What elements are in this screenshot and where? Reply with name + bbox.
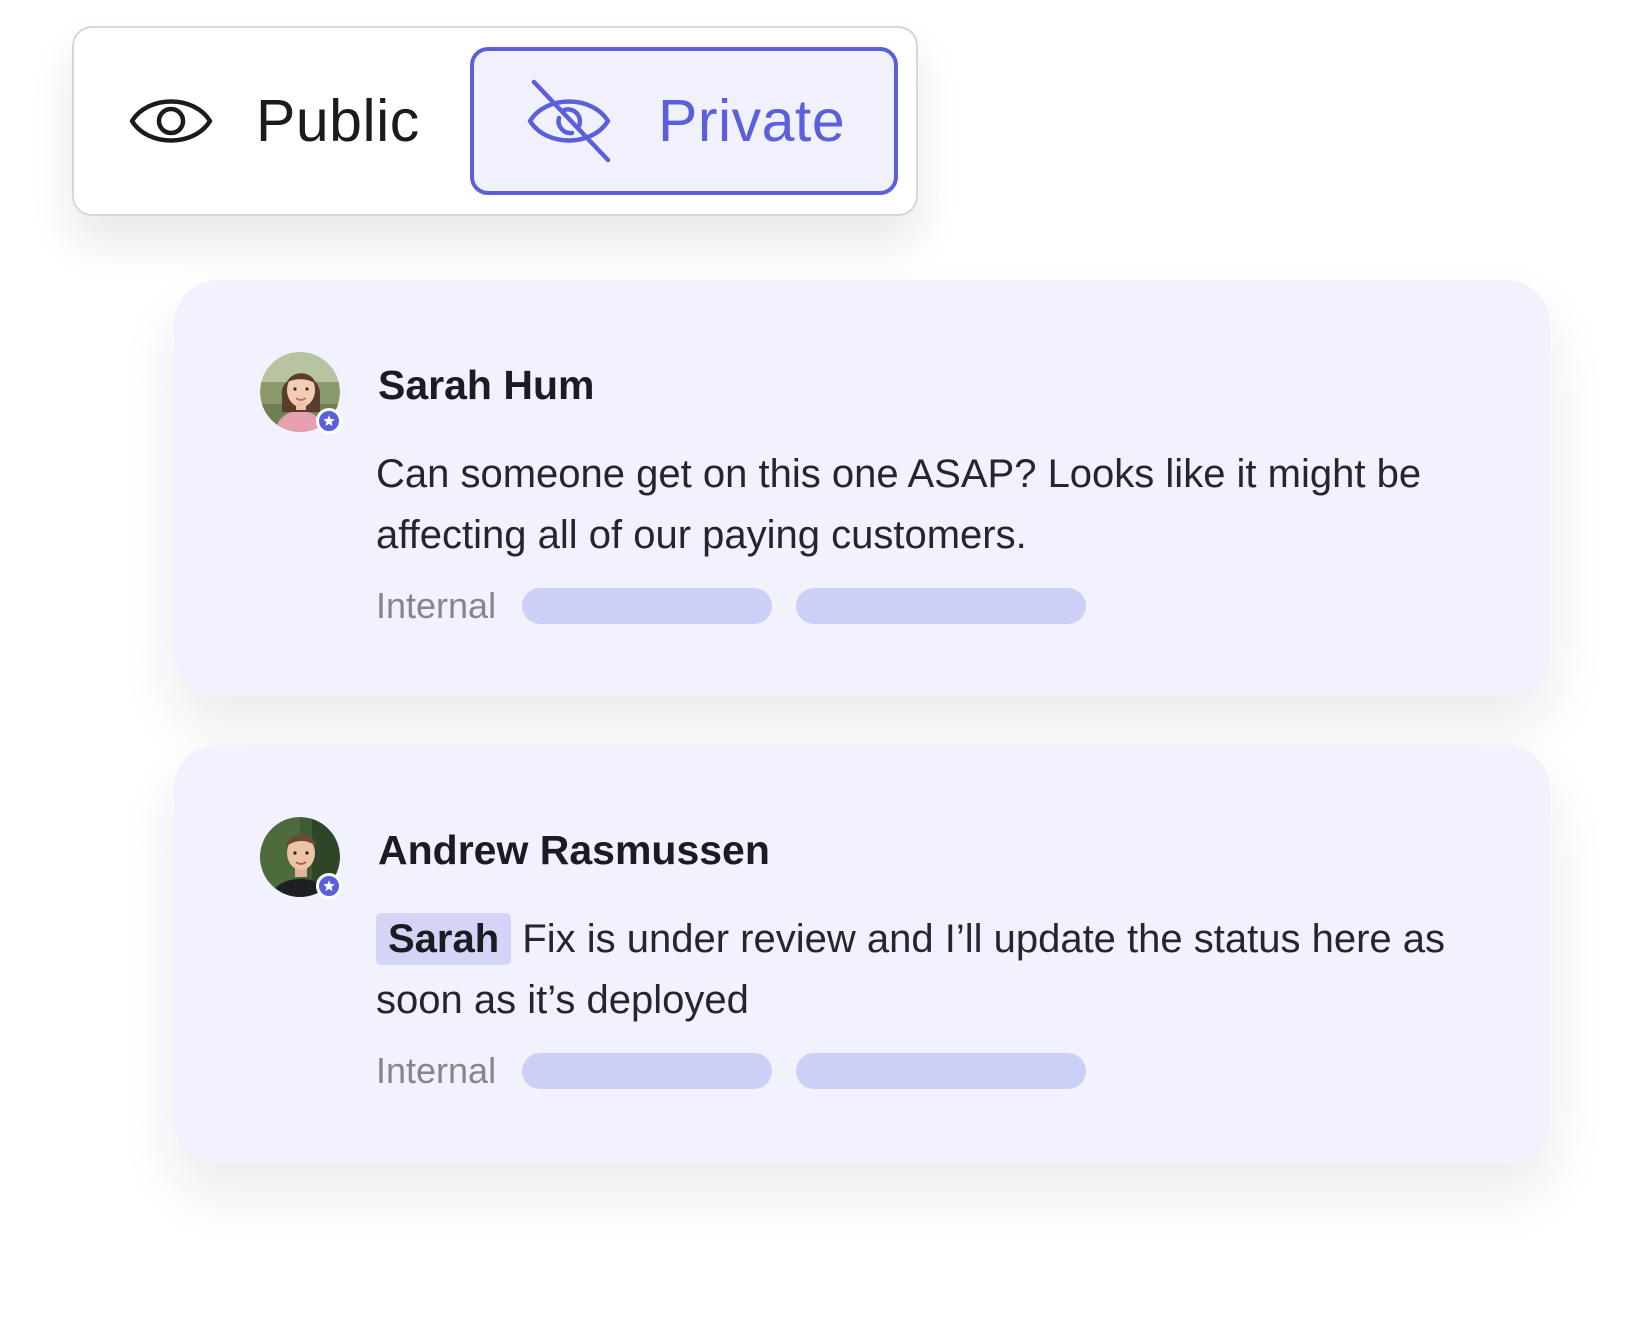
avatar[interactable]: [260, 817, 342, 899]
placeholder-pill: [522, 588, 773, 624]
mention-chip[interactable]: Sarah: [376, 913, 512, 965]
comment-author[interactable]: Sarah Hum: [378, 362, 594, 409]
comment-text: Sarah Fix is under review and I’ll updat…: [376, 909, 1496, 1031]
eye-off-icon: [526, 78, 612, 164]
comment-text: Can someone get on this one ASAP? Looks …: [376, 452, 1422, 557]
comment-meta: Internal: [376, 1050, 1087, 1091]
comment-card: Andrew Rasmussen Sarah Fix is under revi…: [174, 745, 1550, 1164]
star-icon: [316, 873, 342, 899]
comment-body: Fix is under review and I’ll update the …: [376, 917, 1446, 1022]
visibility-label: Internal: [376, 1050, 497, 1091]
comment-card: Sarah Hum Can someone get on this one AS…: [174, 280, 1550, 696]
visibility-label: Internal: [376, 585, 497, 626]
private-option[interactable]: Private: [470, 47, 898, 195]
placeholder-pill: [796, 588, 1087, 624]
eye-icon: [128, 78, 214, 164]
visibility-toggle: Public Private: [72, 26, 918, 216]
placeholder-pill: [796, 1053, 1087, 1089]
star-icon: [316, 408, 342, 434]
avatar[interactable]: [260, 352, 342, 434]
comment-meta: Internal: [376, 585, 1087, 626]
public-option-label: Public: [256, 88, 420, 154]
private-option-label: Private: [658, 88, 846, 154]
public-option[interactable]: Public: [94, 47, 470, 195]
placeholder-pill: [522, 1053, 773, 1089]
comment-author[interactable]: Andrew Rasmussen: [378, 827, 770, 874]
